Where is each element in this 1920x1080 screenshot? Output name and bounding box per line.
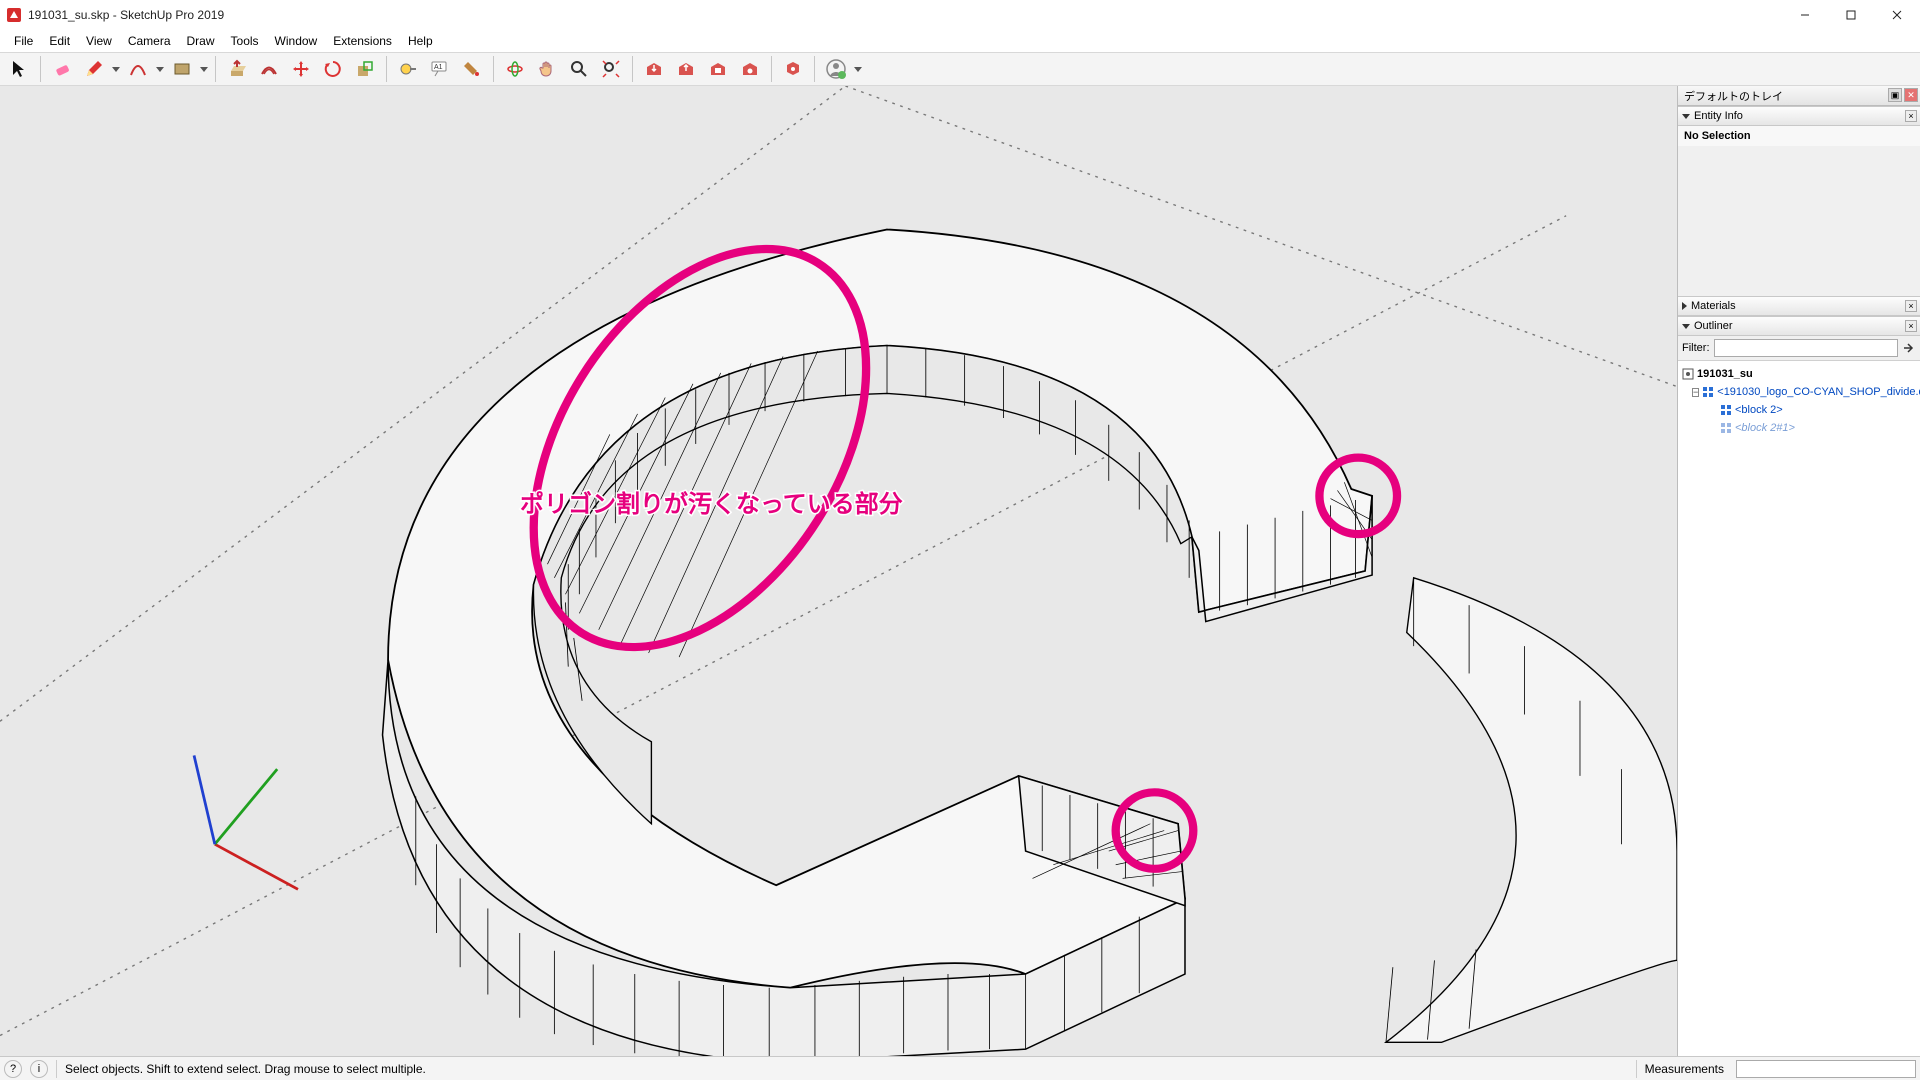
menubar: File Edit View Camera Draw Tools Window … [0, 30, 1920, 52]
outliner-filter-input[interactable] [1714, 339, 1899, 357]
extension-manager[interactable] [778, 54, 808, 84]
panel-close-icon[interactable]: × [1905, 300, 1917, 312]
orbit-tool[interactable] [500, 54, 530, 84]
warehouse-share[interactable] [671, 54, 701, 84]
menu-edit[interactable]: Edit [41, 32, 78, 50]
help-icon[interactable]: ? [4, 1060, 22, 1078]
panel-materials-header[interactable]: Materials × [1678, 296, 1920, 316]
outliner-item[interactable]: <block 2> [1680, 401, 1918, 419]
panel-close-icon[interactable]: × [1905, 320, 1917, 332]
tray-pin-icon[interactable]: ▣ [1888, 88, 1902, 102]
shape-dropdown[interactable] [199, 67, 209, 72]
arc-tool[interactable] [123, 54, 153, 84]
scale-tool[interactable] [350, 54, 380, 84]
outliner-tree: 191031_su − <191030_logo_CO-CYAN_SHOP_di… [1678, 361, 1920, 1056]
menu-view[interactable]: View [78, 32, 120, 50]
maximize-button[interactable] [1828, 0, 1874, 30]
warehouse-get[interactable] [639, 54, 669, 84]
menu-extensions[interactable]: Extensions [325, 32, 400, 50]
menu-help[interactable]: Help [400, 32, 441, 50]
app-icon [6, 7, 22, 23]
panel-close-icon[interactable]: × [1905, 110, 1917, 122]
pencil-dropdown[interactable] [111, 67, 121, 72]
text-tool[interactable]: A1 [425, 54, 455, 84]
outliner-item-label: <block 2#1> [1735, 422, 1795, 434]
component-icon [1720, 404, 1732, 416]
panel-outliner-header[interactable]: Outliner × [1678, 316, 1920, 336]
zoom-extents-tool[interactable] [596, 54, 626, 84]
menu-camera[interactable]: Camera [120, 32, 179, 50]
titlebar: 191031_su.skp - SketchUp Pro 2019 [0, 0, 1920, 30]
status-hint: Select objects. Shift to extend select. … [65, 1062, 426, 1076]
user-account[interactable] [821, 54, 851, 84]
scene [0, 86, 1677, 1056]
extension-warehouse[interactable] [735, 54, 765, 84]
outliner-root-label: 191031_su [1697, 368, 1753, 380]
arc-dropdown[interactable] [155, 67, 165, 72]
tray: デフォルトのトレイ ▣ ✕ Entity Info × No Selection… [1678, 86, 1920, 1056]
outliner-item[interactable]: − <191030_logo_CO-CYAN_SHOP_divide.dwg> [1680, 383, 1918, 401]
menu-tools[interactable]: Tools [223, 32, 267, 50]
annotation-text: ポリゴン割りが汚くなっている部分 [520, 484, 903, 519]
panel-entity-info-label: Entity Info [1694, 110, 1743, 122]
move-tool[interactable] [286, 54, 316, 84]
chevron-right-icon [1682, 302, 1687, 310]
outliner-filter-row: Filter: [1678, 336, 1920, 361]
panel-entity-info-header[interactable]: Entity Info × [1678, 106, 1920, 126]
outliner-item[interactable]: <block 2#1> [1680, 419, 1918, 437]
outliner-filter-go-icon[interactable] [1902, 341, 1916, 355]
entity-info-body [1678, 146, 1920, 296]
zoom-tool[interactable] [564, 54, 594, 84]
pan-tool[interactable] [532, 54, 562, 84]
warehouse-3d[interactable] [703, 54, 733, 84]
tray-title-label: デフォルトのトレイ [1684, 88, 1783, 104]
outliner-item-label: <block 2> [1735, 404, 1783, 416]
menu-window[interactable]: Window [267, 32, 326, 50]
measurements-box[interactable] [1736, 1060, 1916, 1078]
tray-title[interactable]: デフォルトのトレイ ▣ ✕ [1678, 86, 1920, 106]
entity-info-noselection: No Selection [1678, 126, 1920, 146]
pencil-tool[interactable] [79, 54, 109, 84]
tray-close-icon[interactable]: ✕ [1904, 88, 1918, 102]
chevron-down-icon [1682, 114, 1690, 119]
chevron-down-icon [1682, 324, 1690, 329]
toolbar: A1 [0, 52, 1920, 86]
menu-draw[interactable]: Draw [179, 32, 223, 50]
tape-tool[interactable] [393, 54, 423, 84]
outliner-item-label: <191030_logo_CO-CYAN_SHOP_divide.dwg> [1717, 386, 1920, 398]
panel-outliner-label: Outliner [1694, 320, 1733, 332]
paint-tool[interactable] [457, 54, 487, 84]
menu-file[interactable]: File [6, 32, 41, 50]
model-icon [1682, 368, 1694, 380]
svg-text:A1: A1 [434, 64, 443, 71]
select-tool[interactable] [4, 54, 34, 84]
shape-tool[interactable] [167, 54, 197, 84]
component-icon [1720, 422, 1732, 434]
tree-collapse-icon[interactable]: − [1692, 388, 1699, 397]
user-dropdown[interactable] [853, 67, 863, 72]
viewport[interactable]: ポリゴン割りが汚くなっている部分 [0, 86, 1678, 1056]
offset-tool[interactable] [254, 54, 284, 84]
close-button[interactable] [1874, 0, 1920, 30]
component-icon [1702, 386, 1714, 398]
minimize-button[interactable] [1782, 0, 1828, 30]
outliner-filter-label: Filter: [1682, 342, 1710, 354]
info-icon[interactable]: i [30, 1060, 48, 1078]
window-title: 191031_su.skp - SketchUp Pro 2019 [28, 8, 224, 22]
eraser-tool[interactable] [47, 54, 77, 84]
pushpull-tool[interactable] [222, 54, 252, 84]
panel-materials-label: Materials [1691, 300, 1736, 312]
rotate-tool[interactable] [318, 54, 348, 84]
outliner-root[interactable]: 191031_su [1680, 365, 1918, 383]
statusbar: ? i Select objects. Shift to extend sele… [0, 1056, 1920, 1080]
measurements-label: Measurements [1645, 1062, 1728, 1076]
